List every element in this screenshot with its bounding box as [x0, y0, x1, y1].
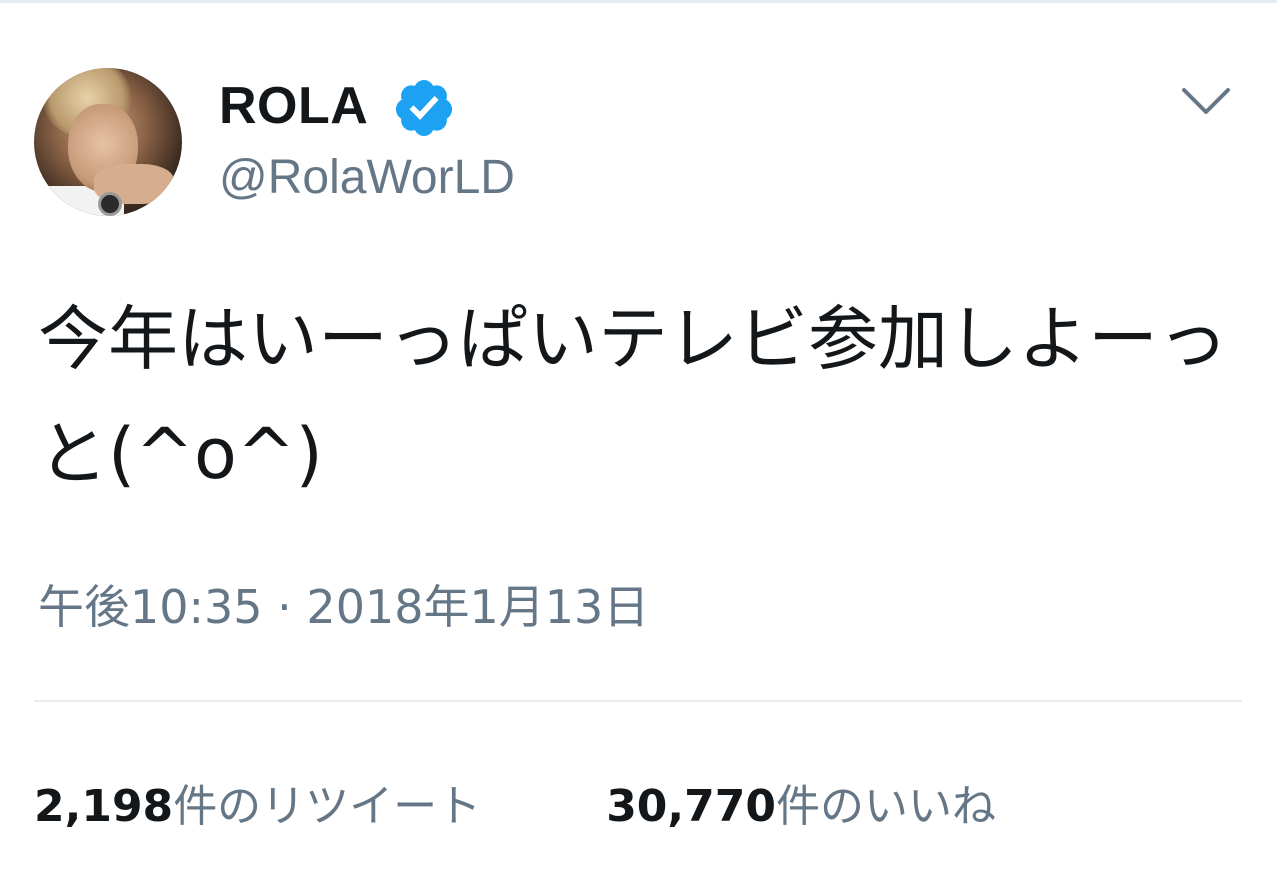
retweet-count: 2,198	[34, 781, 174, 832]
tweet-text: 今年はいーっぱいテレビ参加しよーっと(^o^)	[38, 298, 1228, 495]
like-count: 30,770	[606, 781, 776, 832]
timestamp[interactable]: 午後10:35 · 2018年1月13日	[38, 577, 649, 637]
divider	[34, 700, 1242, 702]
user-handle[interactable]: @RolaWorLD	[219, 148, 515, 208]
like-label: 件のいいね	[775, 781, 996, 832]
chevron-down-icon[interactable]	[1180, 84, 1232, 120]
avatar[interactable]	[34, 68, 182, 216]
avatar-watch	[98, 192, 122, 216]
retweet-count-link[interactable]: 2,198 件のリツイート	[34, 770, 481, 834]
display-name[interactable]: ROLA	[219, 76, 368, 136]
top-border	[0, 0, 1277, 3]
like-count-link[interactable]: 30,770 件のいいね	[606, 770, 996, 834]
retweet-label: 件のリツイート	[173, 781, 482, 832]
verified-badge-icon	[395, 80, 452, 136]
tweet-stats: 2,198 件のリツイート 30,770 件のいいね	[34, 770, 996, 834]
